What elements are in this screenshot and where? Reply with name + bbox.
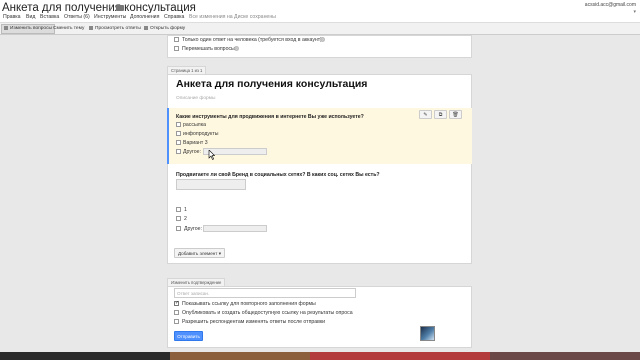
edit-questions-button[interactable]: Изменить вопросы bbox=[1, 24, 55, 34]
option-label: 2 bbox=[184, 216, 187, 222]
taskbar-segment bbox=[0, 352, 170, 360]
question-1-title: Какие инструменты для продвижения в инте… bbox=[176, 114, 364, 120]
edit-question-button[interactable]: ✎ bbox=[419, 110, 432, 119]
table-icon bbox=[89, 25, 93, 30]
option-label: 1 bbox=[184, 207, 187, 213]
toolbar: Изменить вопросы Сменить тему Просмотрет… bbox=[0, 22, 640, 35]
publish-results-checkbox[interactable] bbox=[174, 310, 179, 315]
menu-tools[interactable]: Инструменты bbox=[94, 14, 126, 20]
trash-icon: 🗑 bbox=[452, 112, 459, 118]
option-checkbox[interactable] bbox=[176, 140, 181, 145]
add-item-button[interactable]: Добавить элемент ▾ bbox=[174, 248, 226, 258]
taskbar-segment bbox=[170, 352, 310, 360]
change-theme-label: Сменить тему bbox=[53, 26, 85, 31]
menu-edit[interactable]: Правка bbox=[3, 14, 21, 20]
account-email[interactable]: acssid.acc@gmail.com bbox=[585, 2, 636, 8]
option-checkbox[interactable] bbox=[176, 122, 181, 127]
option-checkbox[interactable] bbox=[176, 207, 181, 212]
menu-bar: Правка Вид Вставка Ответы (6) Инструмент… bbox=[0, 13, 640, 22]
view-responses-button[interactable]: Просмотреть ответы bbox=[87, 24, 143, 34]
open-form-label: Открыть форму bbox=[150, 26, 186, 31]
mouse-cursor-icon bbox=[208, 150, 215, 160]
chevron-down-icon: ▾ bbox=[218, 251, 222, 256]
show-resubmit-link-checkbox[interactable]: ✓ bbox=[174, 300, 180, 306]
pencil-icon bbox=[4, 25, 8, 30]
option-checkbox[interactable] bbox=[176, 149, 181, 154]
folder-icon[interactable] bbox=[116, 5, 124, 11]
add-item-label: Добавить элемент bbox=[178, 251, 218, 256]
publish-results-label: Опубликовать и создать общедоступную ссы… bbox=[182, 310, 353, 316]
checkmark-icon: ✓ bbox=[175, 300, 180, 306]
form-page-card bbox=[167, 74, 472, 264]
save-status: Все изменения на Диске сохранены bbox=[189, 14, 276, 20]
theme-thumbnail[interactable] bbox=[420, 326, 435, 341]
option-checkbox[interactable] bbox=[176, 131, 181, 136]
form-title[interactable]: Анкета для получения консультация bbox=[176, 78, 367, 90]
copy-icon: ⧉ bbox=[438, 112, 443, 118]
pencil-icon: ✎ bbox=[423, 112, 428, 118]
open-form-button[interactable]: Открыть форму bbox=[142, 24, 187, 34]
help-icon[interactable]: ? bbox=[320, 37, 325, 42]
shuffle-questions-label: Перемешать вопросы bbox=[182, 46, 235, 52]
other-text-input[interactable] bbox=[203, 225, 267, 232]
menu-addons[interactable]: Дополнения bbox=[130, 14, 159, 20]
question-2-input[interactable] bbox=[176, 179, 246, 190]
delete-question-button[interactable]: 🗑 bbox=[449, 110, 462, 119]
taskbar-strip bbox=[0, 352, 640, 360]
show-resubmit-link-label: Показывать ссылку для повторного заполне… bbox=[182, 301, 316, 307]
option-checkbox[interactable] bbox=[176, 216, 181, 221]
form-icon bbox=[144, 25, 148, 30]
form-description[interactable]: Описание формы bbox=[176, 96, 215, 101]
menu-view[interactable]: Вид bbox=[26, 14, 35, 20]
other-option-label: Другое: bbox=[183, 149, 201, 155]
one-response-label: Только один ответ на человека (требуется… bbox=[182, 37, 322, 43]
help-icon[interactable]: ? bbox=[234, 46, 239, 51]
shuffle-questions-checkbox[interactable] bbox=[174, 46, 179, 51]
edit-questions-label: Изменить вопросы bbox=[10, 26, 52, 31]
option-label: рассылка bbox=[183, 122, 206, 128]
menu-responses[interactable]: Ответы (6) bbox=[64, 14, 90, 20]
other-option-label: Другое: bbox=[184, 226, 202, 232]
allow-edit-responses-checkbox[interactable] bbox=[174, 319, 179, 324]
allow-edit-responses-label: Разрешить респондентам изменять ответы п… bbox=[182, 319, 326, 325]
view-responses-label: Просмотреть ответы bbox=[95, 26, 141, 31]
question-2-title: Продвигаете ли свой Бренд в социальных с… bbox=[176, 172, 380, 178]
confirmation-message-input[interactable]: Ответ записан. bbox=[174, 288, 356, 298]
change-theme-button[interactable]: Сменить тему bbox=[51, 24, 86, 34]
one-response-checkbox[interactable] bbox=[174, 37, 179, 42]
option-label: инфопродукты bbox=[183, 131, 219, 137]
menu-help[interactable]: Справка bbox=[164, 14, 184, 20]
option-checkbox[interactable] bbox=[176, 226, 181, 231]
submit-button[interactable]: Отправить bbox=[174, 331, 203, 341]
page-indicator: Страница 1 из 1 bbox=[167, 66, 207, 74]
option-label: Вариант 3 bbox=[183, 140, 208, 146]
taskbar-segment bbox=[490, 352, 640, 360]
confirmation-tab: Изменить подтверждение bbox=[167, 278, 226, 286]
duplicate-question-button[interactable]: ⧉ bbox=[434, 110, 447, 119]
menu-insert[interactable]: Вставка bbox=[40, 14, 59, 20]
taskbar-segment bbox=[310, 352, 490, 360]
